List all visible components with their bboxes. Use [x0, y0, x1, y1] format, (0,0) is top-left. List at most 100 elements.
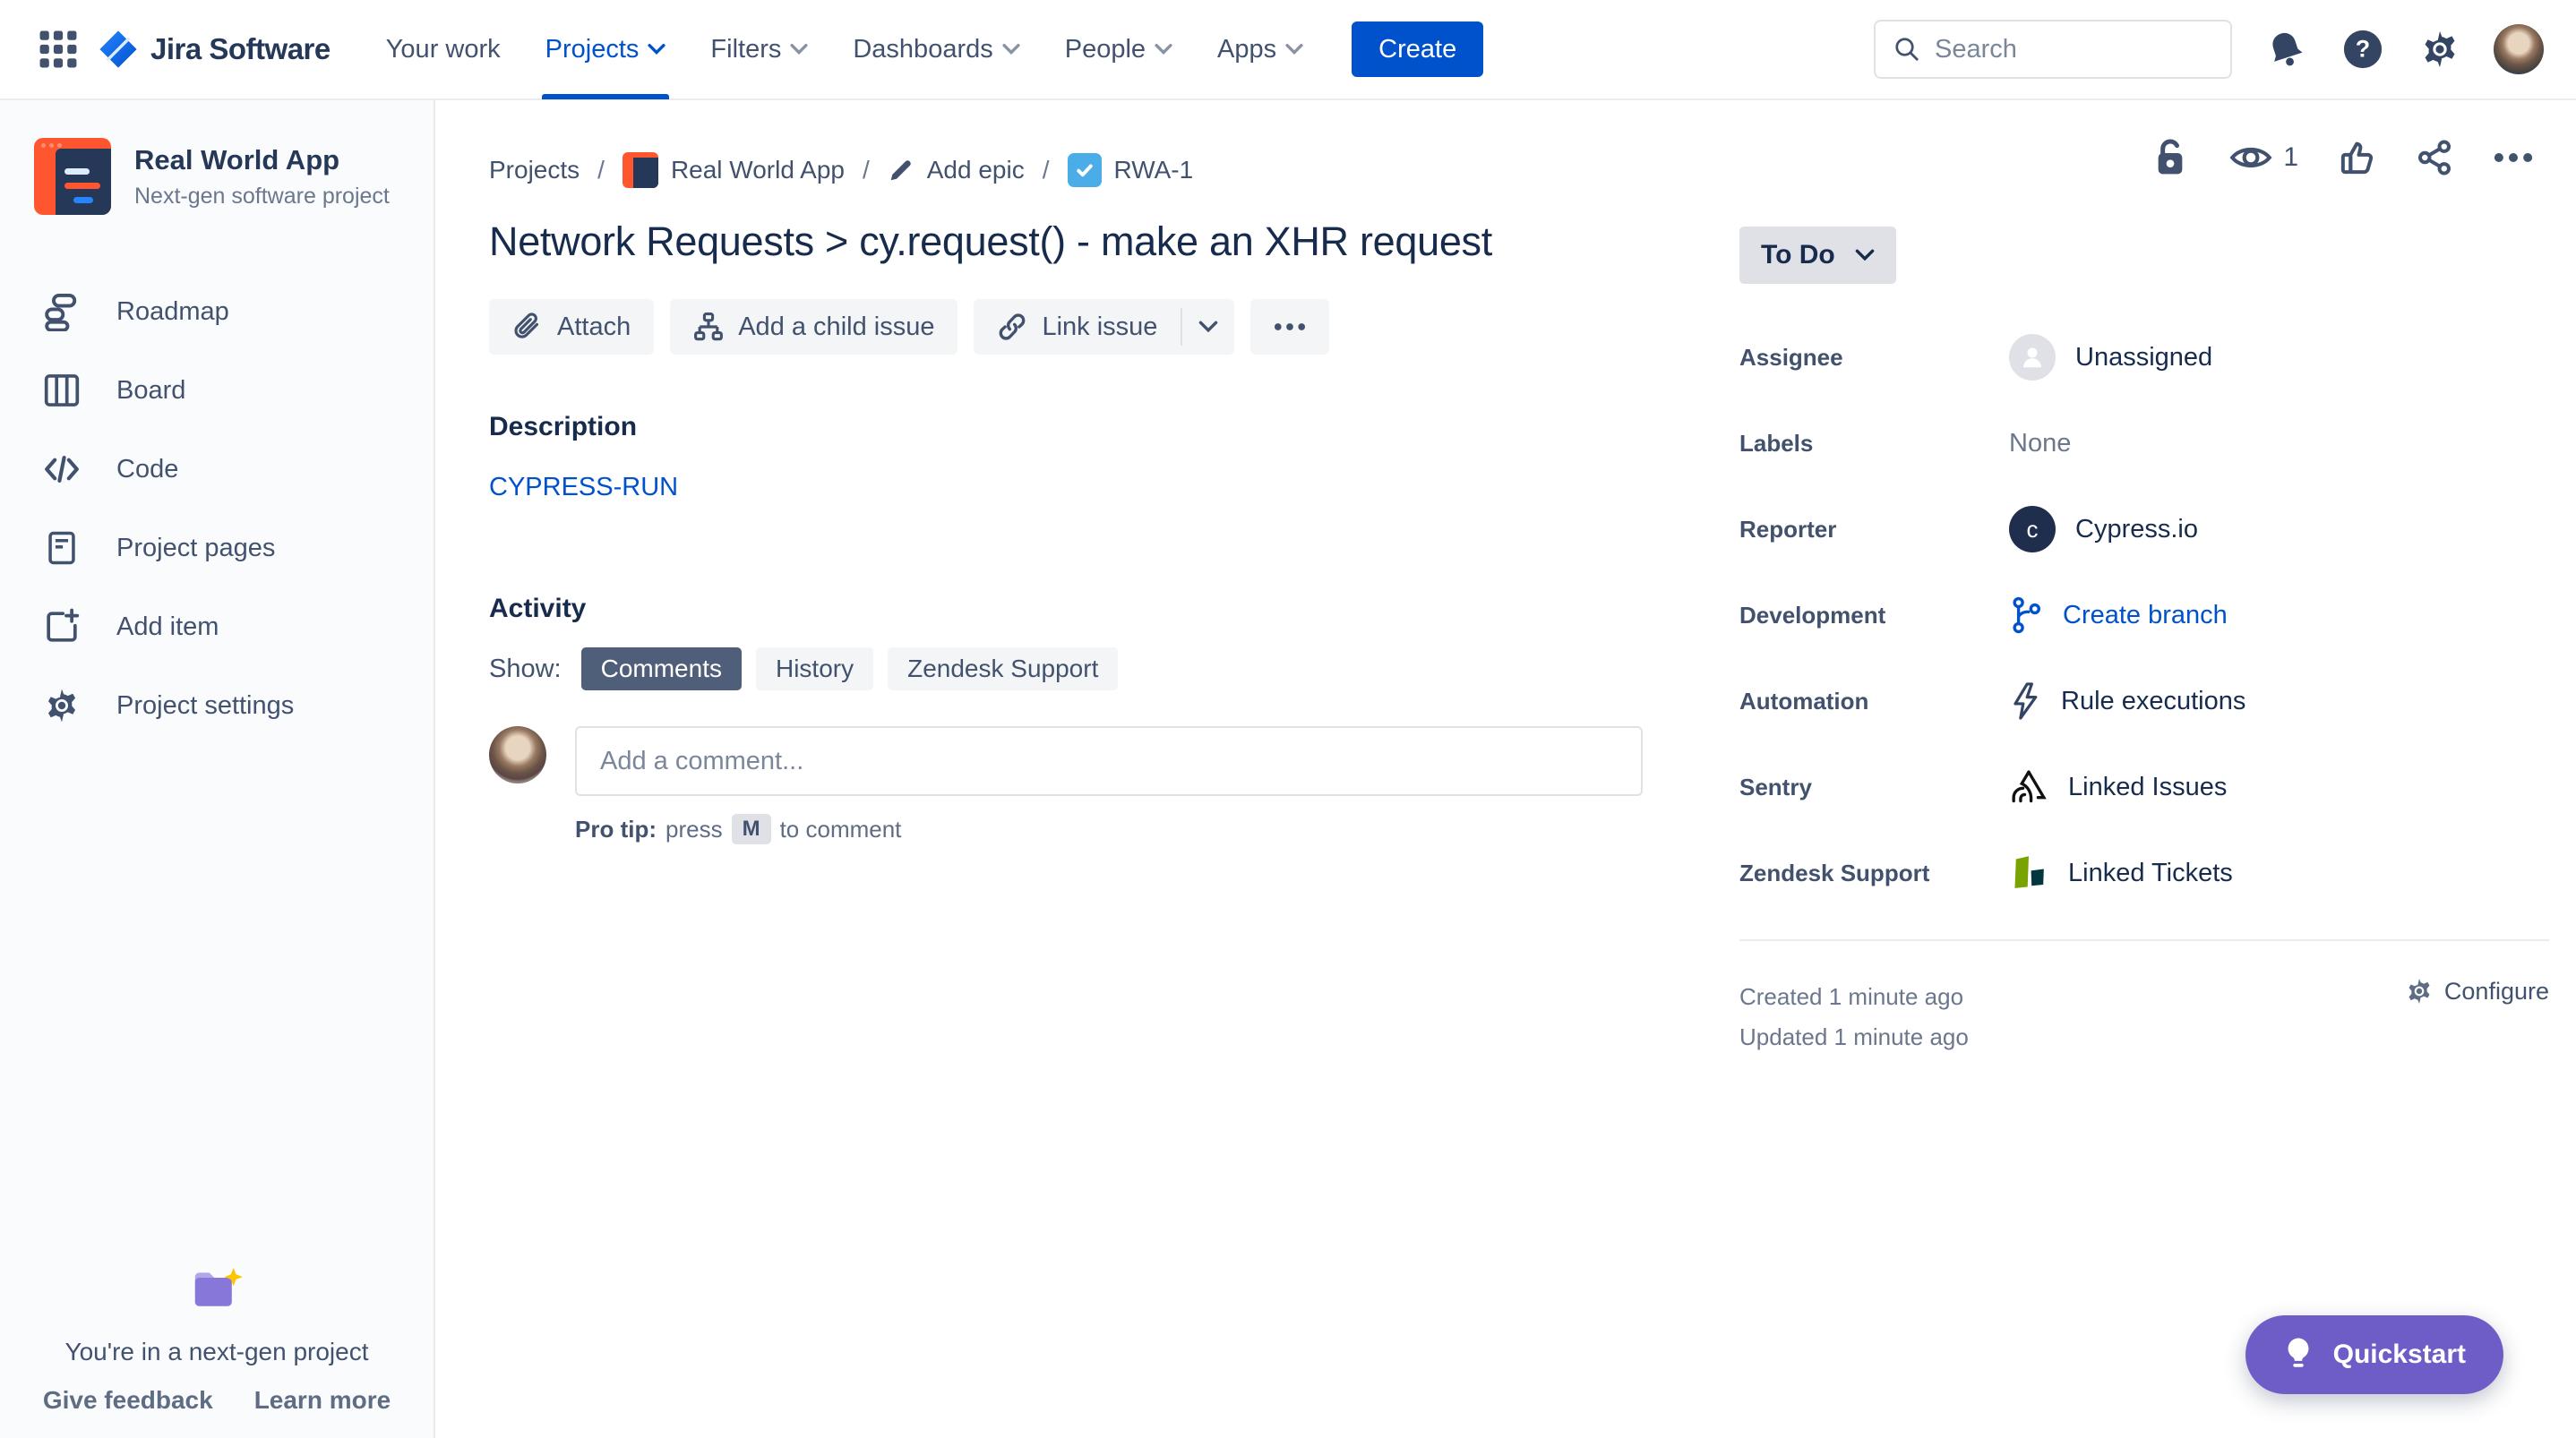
comment-editor-row [489, 726, 1644, 796]
configure-button[interactable]: Configure [2405, 977, 2549, 1006]
lightbulb-icon [2288, 1338, 2309, 1367]
folder-sparkle-icon [194, 1267, 243, 1306]
tab-comments[interactable]: Comments [580, 647, 742, 690]
field-sentry: Sentry Linked Issues [1739, 764, 2549, 810]
nav-dashboards[interactable]: Dashboards [837, 0, 1035, 99]
link-icon [1000, 313, 1026, 340]
breadcrumb-project[interactable]: Real World App [622, 152, 845, 188]
sidebar-item-roadmap[interactable]: Roadmap [0, 272, 434, 351]
settings-gear-icon[interactable] [2417, 26, 2463, 73]
project-avatar-icon [34, 138, 111, 215]
reporter-value[interactable]: c Cypress.io [2009, 506, 2198, 552]
breadcrumb: Projects / Real World App / Add epic / R… [489, 152, 1644, 188]
sidebar-item-add-item[interactable]: Add item [0, 587, 434, 666]
sidebar-item-board[interactable]: Board [0, 351, 434, 430]
chevron-down-icon [790, 44, 808, 55]
learn-more-link[interactable]: Learn more [254, 1386, 391, 1415]
field-assignee: Assignee Unassigned [1739, 334, 2549, 381]
tab-zendesk-support[interactable]: Zendesk Support [888, 647, 1119, 690]
assignee-value[interactable]: Unassigned [2009, 334, 2212, 381]
pages-icon [41, 527, 82, 569]
created-date: Created 1 minute ago [1739, 983, 1964, 1010]
issue-details-panel: To Do Assignee Unassigned Labels None Re… [1739, 227, 2549, 1057]
quickstart-button[interactable]: Quickstart [2245, 1315, 2503, 1394]
tab-history[interactable]: History [755, 647, 874, 690]
user-avatar[interactable] [2494, 24, 2544, 74]
project-name: Real World App [134, 143, 340, 175]
chevron-down-icon [648, 44, 665, 55]
configure-gear-icon [2409, 979, 2430, 1004]
issue-title[interactable]: Network Requests > cy.request() - make a… [489, 218, 1644, 265]
more-actions-icon[interactable] [2494, 152, 2533, 163]
search-input[interactable] [1935, 34, 2203, 64]
project-avatar-small-icon [622, 152, 658, 188]
task-type-icon [1067, 153, 1102, 187]
labels-value[interactable]: None [2009, 429, 2071, 458]
gear-icon [41, 685, 82, 726]
issue-toolbar: 1 [2152, 138, 2533, 177]
chevron-down-icon [1199, 321, 1218, 333]
ellipsis-icon [1275, 323, 1306, 330]
unassigned-avatar-icon [2009, 334, 2056, 381]
watchers-count: 1 [2283, 142, 2298, 172]
sidebar-item-code[interactable]: Code [0, 430, 434, 509]
link-issue-button[interactable]: Link issue [974, 299, 1181, 355]
field-zendesk: Zendesk Support Linked Tickets [1739, 850, 2549, 896]
give-feedback-link[interactable]: Give feedback [43, 1386, 213, 1415]
description-link[interactable]: CYPRESS-RUN [489, 473, 678, 502]
shortcut-key: M [731, 814, 771, 844]
breadcrumb-add-epic[interactable]: Add epic [888, 156, 1025, 184]
app-switcher-icon[interactable] [32, 23, 84, 75]
nav-people[interactable]: People [1049, 0, 1189, 99]
attach-button[interactable]: Attach [489, 299, 655, 355]
board-icon [41, 370, 82, 411]
watch-eye-icon [2229, 147, 2272, 168]
unlock-icon[interactable] [2152, 138, 2188, 177]
nav-projects[interactable]: Projects [529, 0, 683, 99]
next-gen-message: You're in a next-gen project [64, 1338, 369, 1365]
sentry-linked-issues-value[interactable]: Linked Issues [2009, 767, 2227, 807]
code-icon [41, 449, 82, 490]
panel-divider [1739, 939, 2549, 941]
lightning-bolt-icon [2014, 682, 2038, 720]
watchers-button[interactable]: 1 [2229, 142, 2298, 173]
project-type: Next-gen software project [134, 183, 390, 209]
primary-nav: Your work Projects Filters Dashboards Pe… [370, 0, 1484, 99]
nav-apps[interactable]: Apps [1201, 0, 1319, 99]
top-navigation-bar: Jira Software Your work Projects Filters… [0, 0, 2576, 100]
search-icon [1895, 38, 1919, 61]
add-child-issue-button[interactable]: Add a child issue [670, 299, 958, 355]
add-item-icon [41, 606, 82, 647]
issue-view: 1 Projects / Real World App / Add epic /… [435, 100, 2576, 1438]
brand-name: Jira Software [150, 32, 331, 65]
sidebar-footer: You're in a next-gen project Give feedba… [0, 1265, 434, 1415]
breadcrumb-projects[interactable]: Projects [489, 156, 580, 184]
sidebar-item-project-pages[interactable]: Project pages [0, 509, 434, 587]
field-development: Development Create branch [1739, 592, 2549, 638]
roadmap-icon [41, 291, 82, 332]
zendesk-linked-tickets-value[interactable]: Linked Tickets [2009, 853, 2233, 893]
issue-actions: Attach Add a child issue Link issue [489, 299, 1644, 355]
project-header[interactable]: Real World App Next-gen software project [0, 100, 434, 215]
breadcrumb-issue-key[interactable]: RWA-1 [1067, 153, 1193, 187]
create-button[interactable]: Create [1352, 21, 1484, 77]
child-issue-icon [694, 312, 724, 341]
share-icon[interactable] [2417, 140, 2452, 175]
nav-filters[interactable]: Filters [694, 0, 824, 99]
help-icon[interactable]: ? [2340, 26, 2386, 73]
paperclip-icon [514, 312, 539, 338]
link-issue-dropdown[interactable] [1182, 299, 1234, 355]
field-labels: Labels None [1739, 428, 2072, 458]
nav-your-work[interactable]: Your work [370, 0, 517, 99]
like-thumbs-up-icon[interactable] [2340, 140, 2375, 175]
status-dropdown[interactable]: To Do [1739, 227, 1896, 284]
rule-executions-value[interactable]: Rule executions [2009, 681, 2245, 721]
comment-input[interactable] [575, 726, 1643, 796]
git-branch-icon [2013, 596, 2040, 634]
field-reporter: Reporter c Cypress.io [1739, 506, 2549, 552]
notifications-bell-icon[interactable] [2263, 26, 2309, 73]
create-branch-link[interactable]: Create branch [2009, 596, 2228, 634]
sidebar-item-project-settings[interactable]: Project settings [0, 666, 434, 745]
jira-logo[interactable]: Jira Software [99, 30, 331, 69]
more-button[interactable] [1250, 299, 1330, 355]
